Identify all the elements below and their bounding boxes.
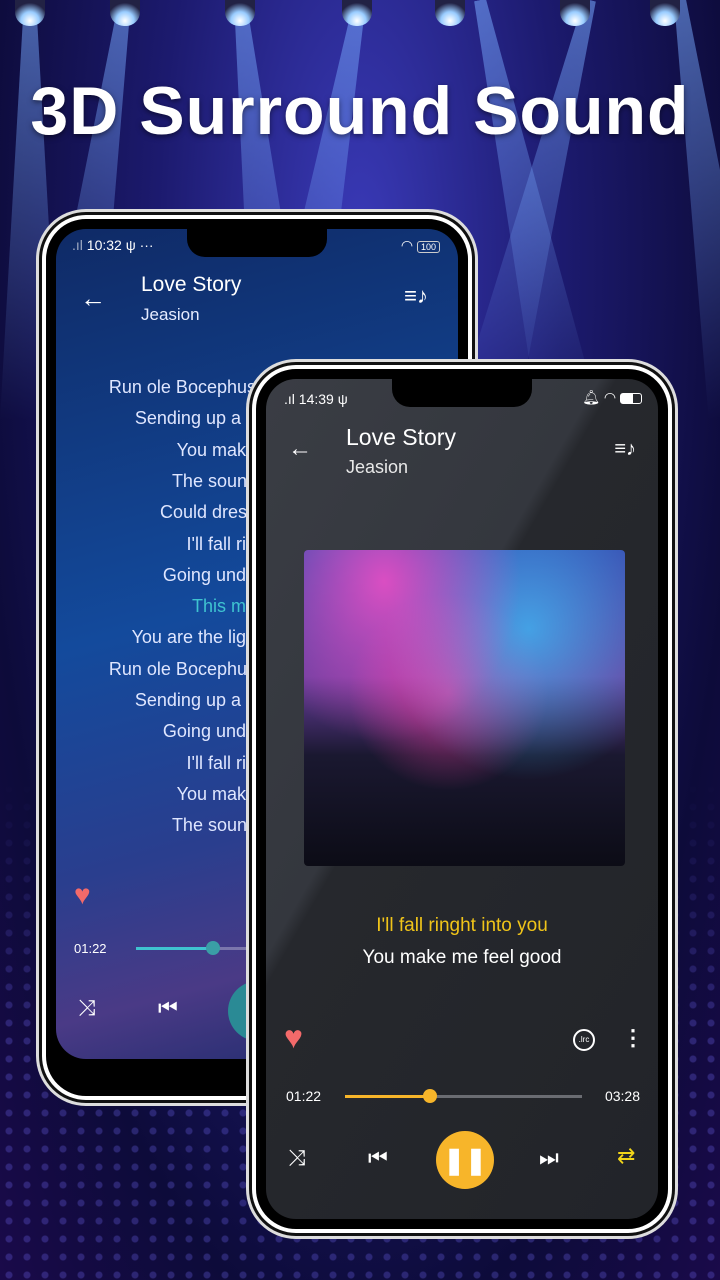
stage-lamp (435, 0, 465, 26)
song-artist: Jeasion (141, 305, 200, 324)
signal-icon: .ıl (284, 391, 295, 407)
song-title: Love Story (346, 424, 456, 450)
lyric-line: You make (176, 783, 256, 804)
seek-thumb[interactable] (423, 1089, 438, 1103)
signal-icon: .ıl (72, 237, 83, 253)
back-arrow-icon[interactable]: ← (288, 437, 312, 461)
next-lyric: You make me feel good (362, 947, 562, 968)
stage-lamp (225, 0, 255, 26)
elapsed-time: 01:22 (74, 941, 107, 956)
pause-icon: ❚❚ (443, 1145, 487, 1175)
status-bar: .ıl 14:39 ψ (284, 391, 348, 407)
stage-lamp (110, 0, 140, 26)
status-right: 🔔︎ ◠ (582, 389, 642, 406)
heart-icon[interactable]: ♥ (284, 1021, 303, 1053)
stage-lamp (15, 0, 45, 26)
notch (187, 229, 327, 257)
lyric-line: Sending up a p (134, 408, 256, 429)
usb-icon: ψ ··· (125, 237, 154, 253)
stage-lamp (342, 0, 372, 26)
shuffle-icon[interactable]: ⤨ (78, 997, 96, 1019)
seek-bar[interactable] (345, 1089, 582, 1103)
front-screen: .ıl 14:39 ψ 🔔︎ ◠ ← Love Story Jeasion ≡♪… (266, 379, 658, 1219)
lyric-line: The sounc (171, 815, 256, 836)
more-icon[interactable]: ⋮ (622, 1027, 644, 1049)
lyric-line: Run ole Bocephus (108, 377, 256, 397)
lyrics-search-icon[interactable]: .lrc (573, 1029, 595, 1051)
battery-icon: 100 (416, 241, 440, 253)
previous-icon[interactable]: ⏮ (368, 1147, 388, 1169)
status-right: ◠ 100 (401, 237, 440, 254)
shuffle-icon[interactable]: ⤨ (288, 1147, 306, 1169)
next-icon[interactable]: ⏭ (539, 1147, 559, 1169)
heart-icon[interactable]: ♥ (74, 881, 91, 909)
duration-time: 03:28 (604, 1088, 640, 1104)
current-lyric: I'll fall ringht into you (376, 915, 548, 936)
notch (392, 379, 532, 407)
elapsed-time: 01:22 (286, 1088, 322, 1104)
seek-fill (345, 1095, 431, 1098)
wifi-icon: ◠ (400, 237, 414, 253)
seek-fill (136, 947, 212, 950)
album-art (304, 550, 625, 866)
song-artist: Jeasion (346, 457, 409, 477)
lyric-line: Run ole Bocephus (108, 658, 256, 679)
lyric-line: I'll fall rin (186, 752, 256, 773)
lyric-line: Going unde (162, 564, 256, 585)
lyric-line: Sending up a p (134, 690, 256, 710)
status-time: 10:32 (86, 237, 122, 253)
previous-icon[interactable]: ⏮ (158, 997, 178, 1019)
lyric-line: The sounc (171, 470, 256, 491)
song-title: Love Story (141, 273, 242, 296)
lyric-line: Going unde (162, 721, 256, 742)
wifi-icon: ◠ (603, 389, 617, 405)
spotlight (650, 0, 720, 420)
front-phone: .ıl 14:39 ψ 🔔︎ ◠ ← Love Story Jeasion ≡♪… (252, 365, 672, 1233)
lyric-line: You make (176, 439, 256, 460)
stage-lamp (560, 0, 590, 26)
back-arrow-icon[interactable]: ← (80, 285, 106, 311)
playlist-icon[interactable]: ≡♪ (404, 285, 428, 307)
seek-thumb[interactable] (206, 941, 220, 955)
status-time: 14:39 (298, 391, 334, 407)
lyric-line: Could dress (159, 502, 256, 523)
lyric-line: You are the ligh (131, 627, 256, 648)
status-bar: .ıl 10:32 ψ ··· (72, 237, 154, 253)
lyric-line: This mu (191, 596, 256, 617)
pause-button[interactable]: ❚❚ (436, 1131, 494, 1189)
stage-lamp (650, 0, 680, 26)
usb-icon: ψ (337, 391, 348, 407)
bell-icon: 🔔︎ (582, 389, 600, 405)
repeat-icon[interactable]: ⇄ (617, 1145, 635, 1167)
playlist-icon[interactable]: ≡♪ (614, 439, 636, 459)
lyric-line: I'll fall rin (186, 533, 256, 554)
headline: 3D Surround Sound (30, 73, 690, 149)
battery-icon (620, 392, 642, 404)
